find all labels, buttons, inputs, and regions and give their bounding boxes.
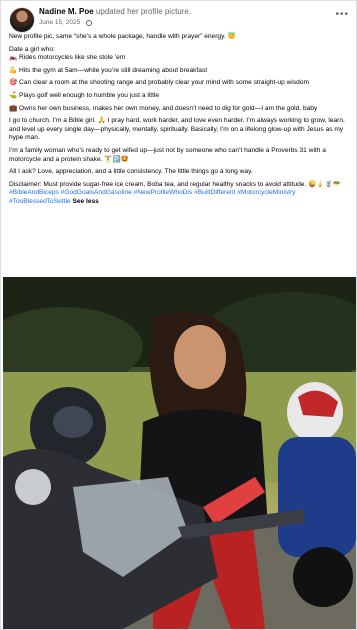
- hashtags[interactable]: #BibleAndBiceps #GodGoalsAndGasoline #Ne…: [9, 189, 295, 205]
- post-action: updated her profile picture.: [95, 7, 192, 16]
- author-line: Nadine M. Poe updated her profile pictur…: [39, 7, 191, 16]
- post-date[interactable]: June 15, 2025 ·: [39, 19, 84, 26]
- post-header: Nadine M. Poe updated her profile pictur…: [9, 7, 349, 33]
- hashtags-line: #BibleAndBiceps #GodGoalsAndGasoline #Ne…: [9, 189, 349, 206]
- profile-photo[interactable]: [3, 277, 356, 629]
- post-line: Date a girl who:: [9, 45, 55, 53]
- see-less-button[interactable]: See less: [72, 198, 98, 205]
- woman-face: [174, 325, 226, 389]
- motorcycle-right: [278, 437, 356, 557]
- photo-illustration: [3, 277, 356, 629]
- post-body: New profile pic, same “she’s a whole pac…: [9, 33, 349, 207]
- post-line: All I ask? Love, appreciation, and a lit…: [9, 168, 253, 176]
- author-name[interactable]: Nadine M. Poe: [39, 7, 94, 16]
- avatar[interactable]: [9, 7, 35, 33]
- post-line: 🎯 Can clear a room at the shooting range…: [9, 79, 309, 87]
- post-meta: June 15, 2025 ·: [39, 19, 93, 26]
- more-options-icon[interactable]: •••: [335, 9, 349, 20]
- post-line: Disclaimer: Must provide sugar-free ice …: [9, 180, 341, 188]
- post-line: ⛳ Plays golf well enough to humble you j…: [9, 91, 160, 99]
- post-line: I’m a family woman who’s ready to get wi…: [9, 146, 326, 163]
- post-card: Nadine M. Poe updated her profile pictur…: [0, 0, 357, 630]
- post-line: 💼 Owns her own business, makes her own m…: [9, 104, 318, 112]
- globe-icon: [86, 19, 93, 26]
- post-line: 💪 Hits the gym at 5am—while you’re still…: [9, 66, 208, 74]
- post-line: I go to church. I’m a Bible girl. 🙏 I pr…: [9, 117, 345, 142]
- post-line: 🏍️ Rides motorcycles like she stole ’em: [9, 54, 126, 62]
- post-line: New profile pic, same “she’s a whole pac…: [9, 33, 236, 40]
